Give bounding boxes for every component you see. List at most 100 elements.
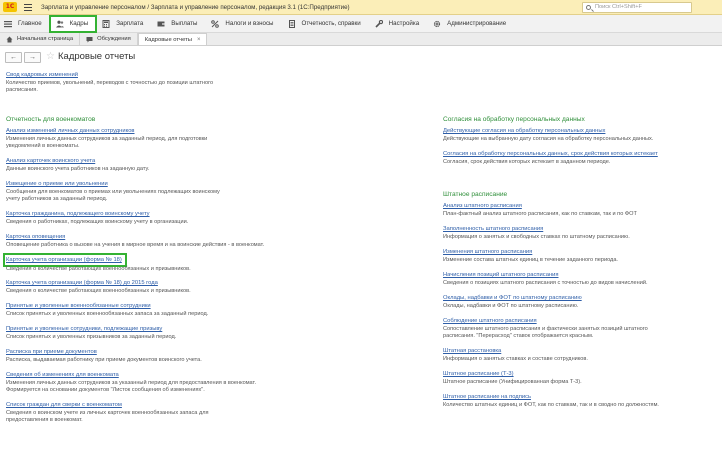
report-description: Сведения о воинском учете из личных карт… (6, 410, 209, 423)
report-item: Извещение о приеме или увольнении Сообще… (6, 180, 221, 203)
report-link[interactable]: Соблюдение штатного расписания (443, 317, 658, 325)
report-item: Расписка при приеме документов Расписка,… (6, 348, 286, 364)
report-description: Сведения о позициях штатного расписания … (443, 280, 648, 286)
report-item: Карточка оповещения Оповещение работника… (6, 233, 296, 249)
report-item: Штатная расстановка Информация о занятых… (443, 347, 718, 363)
report-link[interactable]: Анализ карточек воинского учета (6, 157, 286, 165)
menu-icon (4, 20, 12, 28)
section-settings[interactable]: Настройка (369, 16, 427, 32)
favorite-star-icon[interactable]: ☆ (46, 51, 55, 63)
report-link[interactable]: Сведения об изменениях для военкомата (6, 371, 291, 379)
report-link[interactable]: Анализ изменений личных данных сотрудник… (6, 127, 226, 135)
report-item: Свод кадровых изменений Количество прием… (6, 71, 226, 94)
report-link[interactable]: Оклады, надбавки и ФОТ по штатному распи… (443, 294, 718, 302)
report-item: Анализ штатного расписания План-фактный … (443, 202, 718, 218)
report-description: Штатное расписание (Унифицированная форм… (443, 379, 582, 385)
report-description: Информация о занятых ставках и составе с… (443, 356, 588, 362)
group-heading-consents: Согласия на обработку персональных данны… (443, 116, 585, 123)
report-item: Штатное расписание на подпись Количество… (443, 393, 718, 409)
report-description: Сообщения для военкоматов о приемах или … (6, 189, 220, 202)
report-item: Анализ карточек воинского учета Данные в… (6, 157, 286, 173)
report-link[interactable]: Анализ штатного расписания (443, 202, 718, 210)
report-item: Карточка учета организации (форма № 18) … (3, 253, 286, 273)
report-link[interactable]: Извещение о приеме или увольнении (6, 180, 221, 188)
report-link[interactable]: Заполненность штатного расписания (443, 225, 718, 233)
report-description: Сведения о количестве работающих военноо… (6, 288, 191, 294)
report-link[interactable]: Принятые и уволенные сотрудники, подлежа… (6, 325, 286, 333)
report-item: Принятые и уволенные сотрудники, подлежа… (6, 325, 286, 341)
tab-home[interactable]: Начальная страница (0, 33, 81, 45)
report-item: Список граждан для сверки с военкоматом … (6, 401, 221, 424)
tab-label: Обсуждения (97, 36, 131, 42)
report-link[interactable]: Свод кадровых изменений (6, 71, 226, 79)
section-label: Главное (18, 20, 42, 27)
section-main[interactable]: Главное (0, 16, 50, 32)
report-description: Оклады, надбавки и ФОТ по штатному распи… (443, 303, 579, 309)
report-description: Информация о занятых и свободных ставках… (443, 234, 630, 240)
report-item: Соблюдение штатного расписания Сопоставл… (443, 317, 658, 340)
report-description: Список принятых и уволенных призывников … (6, 334, 177, 340)
section-reports[interactable]: Отчетность, справки (282, 16, 369, 32)
group-heading-staffing: Штатное расписание (443, 191, 508, 198)
open-windows-tabs: Начальная страница Обсуждения Кадровые о… (0, 33, 722, 46)
report-description: Сведения о количестве работающих военноо… (6, 266, 191, 272)
main-menu-icon[interactable] (23, 3, 33, 12)
forward-button[interactable]: → (24, 52, 41, 63)
report-link[interactable]: Действующие согласия на обработку персон… (443, 127, 718, 135)
report-link[interactable]: Начисления позиций штатного расписания (443, 271, 718, 279)
group-heading-military: Отчетность для военкоматов (6, 116, 96, 123)
section-label: Настройка (388, 20, 420, 27)
report-link[interactable]: Список граждан для сверки с военкоматом (6, 401, 221, 409)
section-salary[interactable]: Зарплата (96, 16, 151, 32)
report-link[interactable]: Карточка учета организации (форма № 18) … (6, 279, 286, 287)
report-item: Карточка гражданина, подлежащего воинско… (6, 210, 286, 226)
close-icon[interactable]: × (197, 37, 201, 43)
report-link[interactable]: Расписка при приеме документов (6, 348, 286, 356)
chat-icon (86, 36, 93, 43)
calculator-icon (102, 19, 110, 28)
report-description: Изменения личных данных сотрудников за з… (6, 136, 208, 149)
tab-hr-reports[interactable]: Кадровые отчеты × (137, 33, 208, 45)
search-icon (586, 5, 591, 10)
report-link[interactable]: Карточка оповещения (6, 233, 296, 241)
report-description: Действующие на выбранную дату согласия н… (443, 136, 654, 142)
title-bar: 1С Зарплата и управление персоналом / За… (0, 0, 722, 15)
report-description: Список принятых и уволенных военнообязан… (6, 311, 209, 317)
global-search-input[interactable]: Поиск Ctrl+Shift+F (582, 2, 692, 13)
section-taxes[interactable]: Налоги и взносы (205, 16, 281, 32)
report-item: Изменения штатного расписания Изменение … (443, 248, 718, 264)
report-description: Изменения личных данных сотрудников за у… (6, 380, 257, 393)
report-link[interactable]: Принятые и уволенные военнообязанные сот… (6, 302, 286, 310)
report-description: План-фактный анализ штатного расписания,… (443, 211, 637, 217)
wrench-icon (375, 19, 383, 28)
report-icon (288, 19, 296, 28)
report-link[interactable]: Штатное расписание (Т-3) (443, 370, 718, 378)
section-label: Администрирование (447, 20, 507, 27)
report-item: Заполненность штатного расписания Информ… (443, 225, 718, 241)
section-label: Зарплата (116, 20, 144, 27)
section-hr[interactable]: Кадры (48, 14, 98, 33)
report-description: Количество штатных единиц и ФОТ, как по … (443, 402, 659, 408)
section-payments[interactable]: Выплаты (151, 16, 205, 32)
back-button[interactable]: ← (5, 52, 22, 63)
sections-panel: Главное Кадры Зарплата Выплаты Налоги и … (0, 14, 722, 33)
report-link[interactable]: Карточка гражданина, подлежащего воинско… (6, 210, 286, 218)
report-link[interactable]: Согласия на обработку персональных данны… (443, 150, 718, 158)
report-link[interactable]: Штатное расписание на подпись (443, 393, 718, 401)
report-item: Действующие согласия на обработку персон… (443, 127, 718, 143)
window-title: Зарплата и управление персоналом / Зарпл… (41, 3, 350, 11)
report-link-highlighted[interactable]: Карточка учета организации (форма № 18) (3, 253, 127, 267)
tab-discussions[interactable]: Обсуждения (80, 33, 138, 45)
report-item: Штатное расписание (Т-3) Штатное расписа… (443, 370, 718, 386)
people-icon (55, 20, 64, 28)
app-logo: 1С (3, 2, 17, 12)
report-item: Принятые и уволенные военнообязанные сот… (6, 302, 286, 318)
percent-icon (211, 19, 220, 28)
section-admin[interactable]: Администрирование (427, 16, 514, 32)
report-description: Оповещение работника о вызове на учения … (6, 242, 265, 248)
report-link[interactable]: Изменения штатного расписания (443, 248, 718, 256)
tab-label: Кадровые отчеты (144, 36, 192, 43)
search-placeholder: Поиск Ctrl+Shift+F (595, 4, 642, 10)
report-link[interactable]: Штатная расстановка (443, 347, 718, 355)
report-item: Начисления позиций штатного расписания С… (443, 271, 718, 287)
